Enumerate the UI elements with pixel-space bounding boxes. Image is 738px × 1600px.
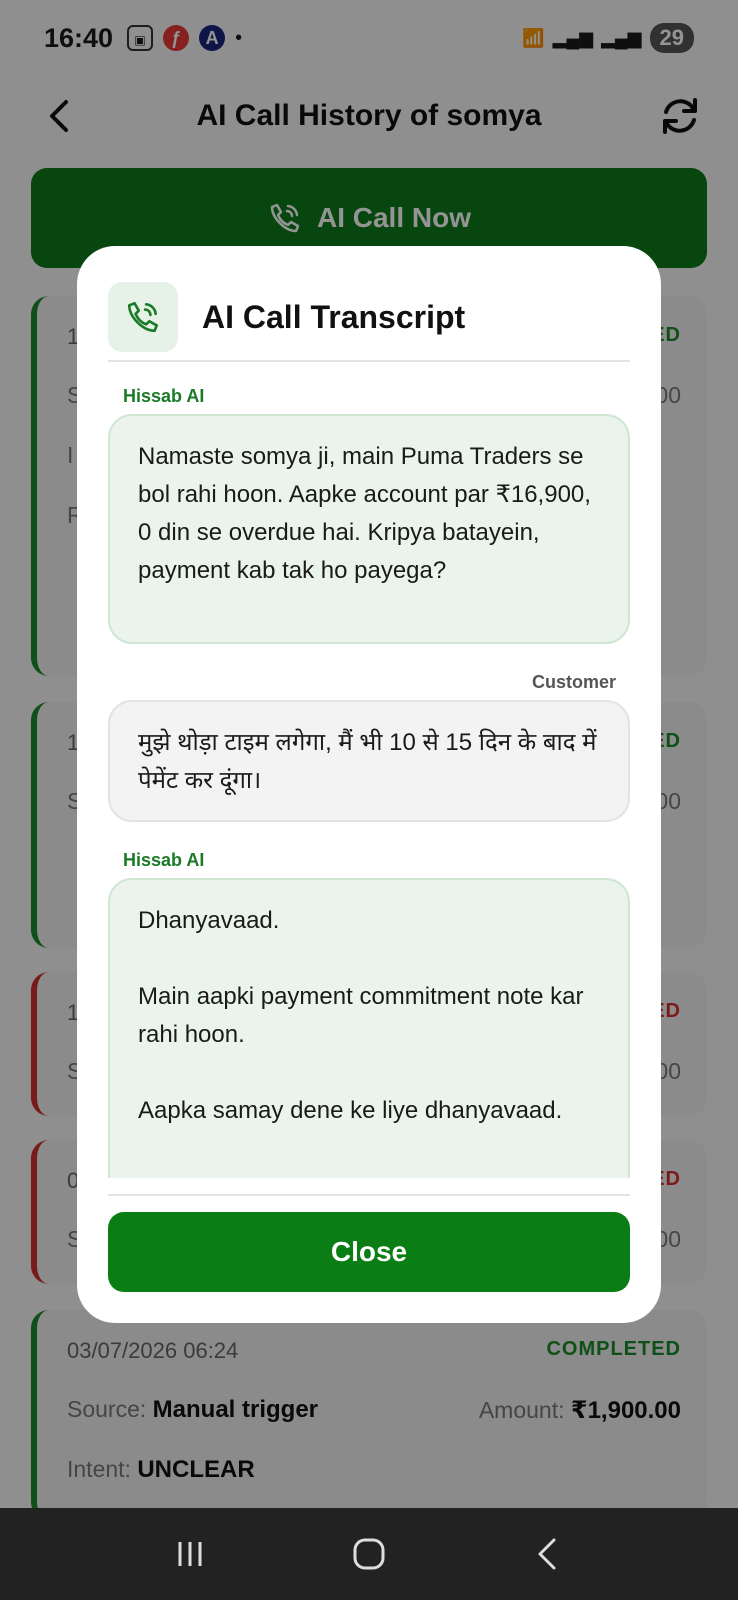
message-bubble: Namaste somya ji, main Puma Traders se b… <box>108 414 630 644</box>
nav-home-icon[interactable] <box>349 1534 389 1574</box>
system-nav-bar <box>0 1508 738 1600</box>
transcript-scroll[interactable]: Hissab AI Namaste somya ji, main Puma Tr… <box>77 366 661 1323</box>
footer-divider <box>108 1194 630 1196</box>
dialog-header: AI Call Transcript <box>108 277 630 357</box>
message-bubble: मुझे थोड़ा टाइम लगेगा, मैं भी 10 से 15 द… <box>108 700 630 822</box>
nav-back-icon[interactable] <box>528 1534 568 1574</box>
close-button[interactable]: Close <box>108 1212 630 1292</box>
transcript-dialog: AI Call Transcript Hissab AI Namaste som… <box>77 246 661 1323</box>
transcript-viewport: Hissab AI Namaste somya ji, main Puma Tr… <box>77 366 661 1178</box>
nav-recents-icon[interactable] <box>170 1534 210 1574</box>
speaker-label: Hissab AI <box>123 386 205 406</box>
phone-call-icon <box>127 301 159 333</box>
header-divider <box>108 360 630 362</box>
dialog-title: AI Call Transcript <box>202 298 466 335</box>
message-bubble: Dhanyavaad. Main aapki payment commitmen… <box>108 878 630 1178</box>
dialog-icon-container <box>108 282 178 352</box>
speaker-label: Hissab AI <box>123 850 205 870</box>
speaker-label: Customer <box>531 672 616 692</box>
